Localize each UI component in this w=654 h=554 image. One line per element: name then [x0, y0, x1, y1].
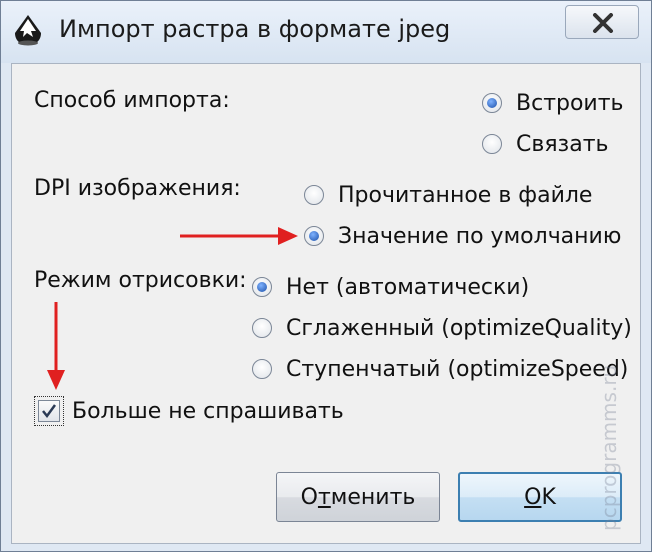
radio-link-label: Связать [516, 131, 609, 157]
checkbox-focus-rect [34, 396, 64, 426]
cancel-label-suffix: менить [330, 484, 416, 510]
radio-dpi-default-label: Значение по умолчанию [338, 223, 622, 249]
radio-render-quality[interactable]: Сглаженный (optimizeQuality) [252, 313, 632, 343]
dpi-label: DPI изображения: [34, 176, 241, 201]
render-mode-label: Режим отрисовки: [34, 268, 247, 293]
dialog-content: Способ импорта: Встроить Связать DPI изо… [11, 63, 641, 463]
close-button[interactable] [565, 5, 639, 39]
radio-render-quality-button[interactable] [252, 318, 272, 338]
ok-label-suffix: K [541, 484, 556, 510]
radio-dpi-file[interactable]: Прочитанное в файле [304, 180, 592, 210]
radio-render-auto-label: Нет (автоматически) [286, 274, 530, 300]
radio-render-auto[interactable]: Нет (автоматически) [252, 272, 529, 302]
watermark-text: pcprogramms.ru [597, 364, 621, 531]
cancel-button[interactable]: От менить [276, 472, 440, 522]
radio-render-speed-label: Ступенчатый (optimizeSpeed) [286, 356, 629, 382]
annotation-arrow-down [47, 302, 65, 390]
close-icon [593, 13, 613, 33]
radio-dpi-file-button[interactable] [304, 185, 324, 205]
import-mode-label: Способ импорта: [34, 88, 230, 113]
radio-embed[interactable]: Встроить [482, 88, 624, 118]
checkmark-icon [42, 404, 57, 419]
ok-mnemonic: O [524, 484, 542, 510]
radio-render-quality-label: Сглаженный (optimizeQuality) [286, 315, 632, 341]
dont-ask-checkbox[interactable] [38, 400, 60, 422]
radio-dpi-default-button[interactable] [304, 226, 324, 246]
dont-ask-label: Больше не спрашивать [72, 398, 344, 424]
radio-link[interactable]: Связать [482, 129, 609, 159]
radio-embed-label: Встроить [516, 90, 624, 116]
cancel-mnemonic: т [317, 484, 331, 510]
radio-dpi-default[interactable]: Значение по умолчанию [304, 221, 621, 251]
radio-dpi-file-label: Прочитанное в файле [338, 182, 593, 208]
annotation-arrow-right [180, 227, 298, 245]
radio-embed-button[interactable] [482, 93, 502, 113]
button-bar: От менить OK [11, 462, 641, 544]
window-title: Импорт растра в формате jpeg [59, 15, 451, 43]
dialog-window: Импорт растра в формате jpeg Способ импо… [0, 0, 652, 552]
title-bar[interactable]: Импорт растра в формате jpeg [1, 1, 651, 63]
inkscape-icon [15, 15, 41, 46]
radio-render-auto-button[interactable] [252, 277, 272, 297]
radio-link-button[interactable] [482, 134, 502, 154]
radio-render-speed[interactable]: Ступенчатый (optimizeSpeed) [252, 354, 628, 384]
dont-ask-checkbox-row[interactable]: Больше не спрашивать [34, 396, 344, 426]
cancel-label-prefix: О [300, 484, 318, 510]
radio-render-speed-button[interactable] [252, 359, 272, 379]
